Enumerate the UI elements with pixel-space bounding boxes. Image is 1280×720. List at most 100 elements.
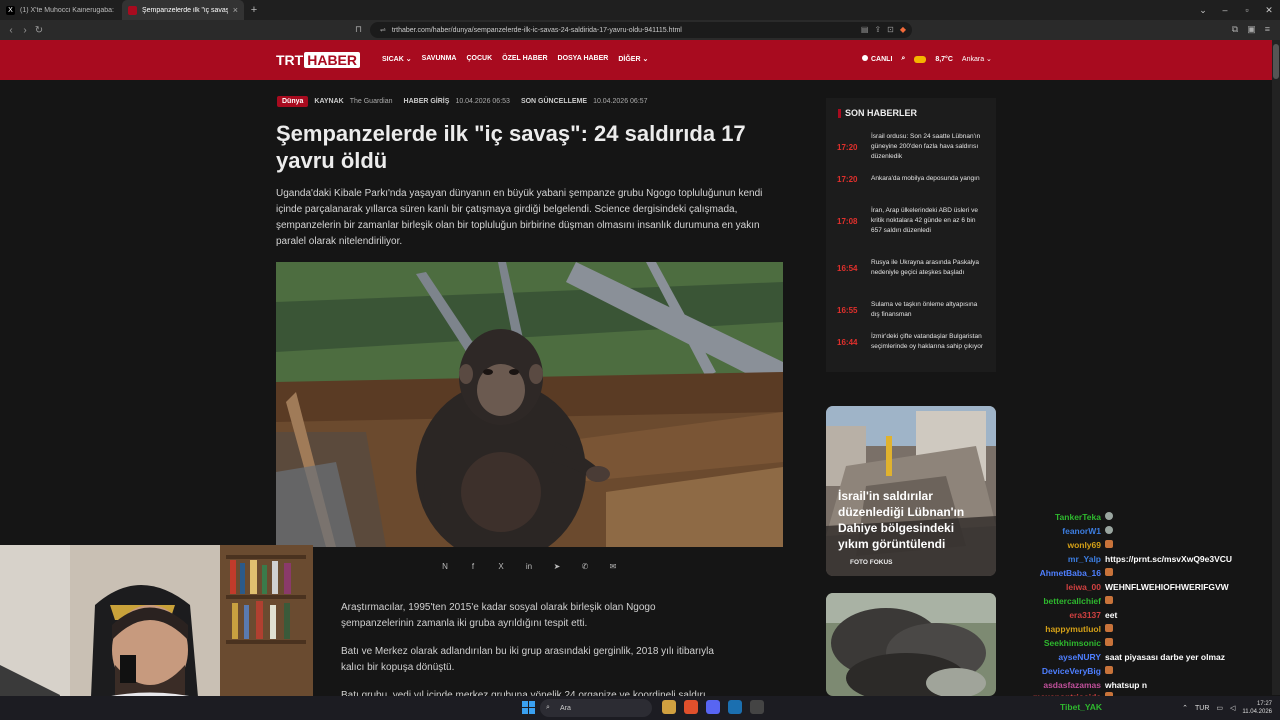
chevron-down-icon[interactable]: ⌄ — [1192, 0, 1214, 20]
extensions-icon[interactable]: ⧉ — [1232, 24, 1238, 35]
chat-username[interactable]: mr_Yalp — [1030, 554, 1105, 568]
news-item[interactable]: 17:20 Ankara'da mobilya deposunda yangın — [837, 174, 987, 184]
minimize-button[interactable]: – — [1214, 0, 1236, 20]
linkedin-icon[interactable]: in — [524, 562, 534, 571]
news-card[interactable] — [826, 593, 996, 696]
photo-gallery-card[interactable]: İsrail'in saldırılar düzenlediği Lübnan'… — [826, 406, 996, 576]
clock-time: 17:27 — [1256, 701, 1272, 707]
language-indicator[interactable]: TUR — [1195, 705, 1209, 712]
taskbar-search[interactable]: ⌕ Ara — [540, 699, 652, 717]
news-item[interactable]: 16:44 İzmir'deki çifte vatandaşlar Bulgar… — [837, 332, 987, 352]
menu-item-cocuk[interactable]: ÇOCUK — [466, 55, 492, 63]
news-item[interactable]: 16:55 Sulama ve taşkın önleme altyapısına… — [837, 300, 987, 320]
emote-icon — [1105, 666, 1113, 674]
new-tab-button[interactable]: + — [244, 4, 264, 16]
chat-username[interactable]: feanorW1 — [1030, 526, 1105, 540]
clock[interactable]: 17:27 11.04.2026 — [1242, 700, 1272, 716]
file-explorer-icon[interactable] — [662, 700, 676, 714]
emote-icon — [1105, 512, 1113, 520]
maximize-button[interactable]: ▫ — [1236, 0, 1258, 20]
share-icon[interactable]: ⇪ — [874, 25, 881, 34]
article-paragraph: Araştırmacılar, 1995'ten 2015'e kadar so… — [341, 602, 656, 629]
close-tab-icon[interactable]: × — [233, 5, 238, 15]
emote-icon — [1105, 624, 1113, 632]
chat-text: eet — [1105, 610, 1118, 620]
trt-haber-logo[interactable]: TRT HABER — [276, 52, 360, 68]
brave-shield-icon[interactable]: ◆ — [900, 25, 906, 34]
menu-item-sicak[interactable]: SICAK ⌄ — [382, 55, 412, 63]
sidebar-icon[interactable]: ▣ — [1247, 24, 1256, 35]
card-photo — [826, 593, 996, 696]
obs-icon[interactable] — [750, 700, 764, 714]
chat-username[interactable]: Tibet_YAK — [1060, 702, 1102, 712]
chat-message: wonly69 — [1030, 540, 1280, 554]
article-paragraph: Batı ve Merkez olarak adlandırılan bu ik… — [341, 646, 714, 673]
site-info-icon[interactable]: ⇌ — [380, 26, 386, 34]
search-icon[interactable]: ⌕ — [901, 55, 905, 63]
forward-icon[interactable]: › — [18, 25, 32, 36]
category-badge[interactable]: Dünya — [277, 96, 309, 107]
menu-icon[interactable]: ≡ — [1265, 24, 1270, 35]
source-value: The Guardian — [349, 98, 393, 105]
browser-tab[interactable]: X (1) X'te Muhocci Kainerugaba: "For t — [0, 0, 122, 20]
article-meta: Dünya KAYNAK The Guardian HABER GİRİŞ 10… — [277, 96, 648, 107]
telegram-icon[interactable]: ➤ — [552, 562, 562, 571]
chat-username[interactable]: bettercallchief — [1030, 596, 1105, 610]
news-time: 16:54 — [837, 263, 858, 273]
reload-icon[interactable]: ↻ — [32, 25, 46, 36]
menu-item-diger[interactable]: DİĞER ⌄ — [618, 55, 648, 63]
tray-chevron-icon[interactable]: ⌃ — [1182, 704, 1188, 712]
pin-icon[interactable]: ⊡ — [887, 25, 894, 34]
main-menu: SICAK ⌄ SAVUNMA ÇOCUK ÖZEL HABER DOSYA H… — [382, 55, 648, 63]
url-field[interactable]: ⇌ trthaber.com/haber/dunya/sempanzelerde… — [370, 22, 912, 38]
bookmark-icon[interactable]: ⊓ — [355, 24, 362, 35]
update-date: 10.04.2026 06:57 — [593, 98, 648, 105]
logo-haber: HABER — [304, 52, 360, 68]
chat-username[interactable]: ayseNURY — [1030, 652, 1105, 666]
menu-item-savunma[interactable]: SAVUNMA — [422, 55, 457, 63]
back-icon[interactable]: ‹ — [4, 25, 18, 36]
whatsapp-icon[interactable]: ✆ — [580, 562, 590, 571]
discord-icon[interactable] — [706, 700, 720, 714]
volume-icon[interactable]: ◁ — [1230, 704, 1235, 712]
x-share-icon[interactable]: X — [496, 562, 506, 571]
chat-username[interactable]: AhmetBaba_16 — [1030, 568, 1105, 582]
menu-item-dosya-haber[interactable]: DOSYA HABER — [558, 55, 609, 63]
url-text: trthaber.com/haber/dunya/sempanzelerde-i… — [391, 26, 682, 34]
news-item[interactable]: 17:08 İran, Arap ülkelerindeki ABD üsleri… — [837, 206, 987, 236]
email-icon[interactable]: ✉ — [608, 562, 618, 571]
news-share-icon[interactable]: N — [440, 562, 450, 571]
chat-message: mr_Yalp https://prnt.sc/msvXwQ9e3VCU — [1030, 554, 1280, 568]
live-link[interactable]: CANLI — [862, 55, 892, 63]
card-category: FOTO FOKUS — [850, 559, 893, 566]
emote-icon — [1105, 568, 1113, 576]
news-time: 17:20 — [837, 174, 858, 184]
windows-start-icon[interactable] — [522, 701, 535, 714]
chat-username[interactable]: TankerTeka — [1030, 512, 1105, 526]
news-item[interactable]: 17:20 İsrail ordusu: Son 24 saatte Lübnan… — [837, 132, 987, 162]
news-item[interactable]: 16:54 Rusya ile Ukrayna arasında Paskalya… — [837, 258, 987, 278]
chat-username[interactable]: Seekhimsonic — [1030, 638, 1105, 652]
temperature: 8,7°C — [935, 55, 953, 63]
steam-icon[interactable] — [728, 700, 742, 714]
reader-icon[interactable]: ▤ — [861, 25, 869, 34]
chat-text: https://prnt.sc/msvXwQ9e3VCU — [1105, 554, 1233, 564]
chat-username[interactable]: wonly69 — [1030, 540, 1105, 554]
news-headline: Sulama ve taşkın önleme altyapısına dış … — [871, 301, 978, 318]
chat-username[interactable]: leiwa_00 — [1030, 582, 1105, 596]
browser-tab-active[interactable]: Şempanzelerde ilk "iç savaş": 24 × — [122, 0, 244, 20]
brave-browser-icon[interactable] — [684, 700, 698, 714]
close-window-button[interactable]: ✕ — [1258, 0, 1280, 20]
trt-favicon — [128, 5, 137, 15]
city-select[interactable]: Ankara ⌄ — [962, 55, 992, 63]
news-headline: Rusya ile Ukrayna arasında Paskalya nede… — [871, 259, 980, 276]
chat-username[interactable]: happymutluol — [1030, 624, 1105, 638]
network-icon[interactable]: ▭ — [1216, 704, 1223, 712]
chat-username[interactable]: era3137 — [1030, 610, 1105, 624]
chat-username[interactable]: DeviceVeryBig — [1030, 666, 1105, 680]
menu-item-ozel-haber[interactable]: ÖZEL HABER — [502, 55, 547, 63]
scrollbar-thumb[interactable] — [1273, 44, 1279, 79]
latest-news-heading-text: SON HABERLER — [845, 108, 918, 118]
facebook-icon[interactable]: f — [468, 562, 478, 571]
tab-title: Şempanzelerde ilk "iç savaş": 24 — [142, 6, 228, 14]
